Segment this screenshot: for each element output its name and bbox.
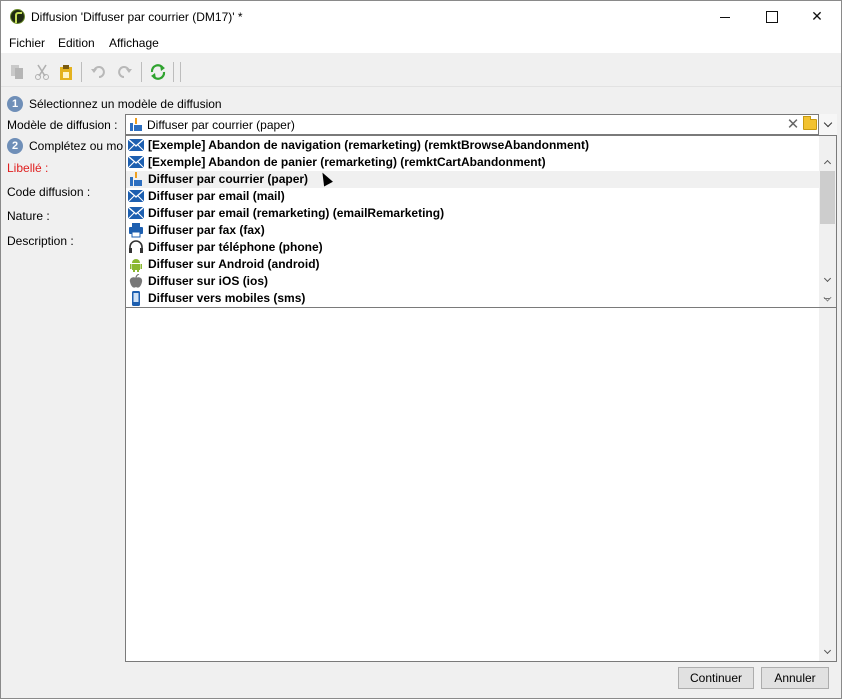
list-item-label: Diffuser sur iOS (ios): [148, 274, 269, 288]
email-icon: [128, 189, 144, 203]
nature-label: Nature :: [7, 209, 50, 223]
list-item-label: Diffuser par fax (fax): [148, 223, 265, 237]
scroll-to-end-icon[interactable]: [819, 289, 836, 306]
step-1-badge: 1: [7, 96, 23, 112]
list-item-label: Diffuser par email (mail): [148, 189, 285, 203]
dropdown-scrollbar[interactable]: [819, 136, 836, 307]
list-item-hovered[interactable]: Diffuser par courrier (paper): [126, 171, 819, 188]
window-title: Diffusion 'Diffuser par courrier (DM17)'…: [31, 10, 243, 24]
form-content-panel: [125, 308, 837, 662]
clear-icon[interactable]: ✕: [785, 116, 801, 133]
panel-scrollbar[interactable]: [819, 308, 836, 661]
code-label: Code diffusion :: [7, 185, 91, 199]
list-item-label: [Exemple] Abandon de panier (remarketing…: [148, 155, 546, 169]
delivery-model-dropdown-list: [Exemple] Abandon de navigation (remarke…: [125, 135, 837, 308]
list-item[interactable]: [Exemple] Abandon de panier (remarketing…: [126, 154, 819, 171]
folder-icon[interactable]: [803, 116, 817, 130]
step-2-label: Complétez ou mo: [29, 139, 124, 153]
dropdown-arrow-button[interactable]: [818, 114, 837, 135]
delivery-model-combobox[interactable]: Diffuser par courrier (paper) ✕: [125, 114, 837, 135]
title-bar[interactable]: Diffusion 'Diffuser par courrier (DM17)'…: [1, 1, 841, 32]
scroll-down-arrow-icon[interactable]: [819, 272, 836, 289]
scroll-up-arrow-icon[interactable]: [819, 153, 836, 170]
minimize-button[interactable]: [702, 1, 748, 32]
list-item[interactable]: [Exemple] Abandon de navigation (remarke…: [126, 137, 819, 154]
refresh-icon[interactable]: [149, 63, 167, 81]
email-icon: [128, 155, 144, 169]
redo-icon[interactable]: [115, 63, 133, 81]
app-logo-icon: [10, 9, 25, 24]
list-item-label: [Exemple] Abandon de navigation (remarke…: [148, 138, 589, 152]
list-item-label: Diffuser par téléphone (phone): [148, 240, 323, 254]
menu-fichier[interactable]: Fichier: [9, 36, 45, 50]
email-icon: [128, 138, 144, 152]
toolbar-separator: [180, 62, 181, 82]
list-item[interactable]: Diffuser par fax (fax): [126, 222, 819, 239]
cut-icon[interactable]: [33, 63, 51, 81]
list-item[interactable]: Diffuser par téléphone (phone): [126, 239, 819, 256]
android-icon: [130, 259, 142, 272]
headset-icon: [129, 240, 143, 253]
step-2-badge: 2: [7, 138, 23, 154]
toolbar-separator: [141, 62, 142, 82]
apple-icon: [129, 274, 143, 288]
list-item[interactable]: Diffuser vers mobiles (sms): [126, 290, 819, 307]
mobile-icon: [132, 291, 140, 306]
description-label: Description :: [7, 234, 74, 248]
list-item[interactable]: Diffuser par email (remarketing) (emailR…: [126, 205, 819, 222]
toolbar: [1, 57, 841, 87]
scrollbar-thumb[interactable]: [820, 171, 835, 224]
list-item-label: Diffuser par email (remarketing) (emailR…: [148, 206, 445, 220]
menu-affichage[interactable]: Affichage: [109, 36, 159, 50]
libelle-label: Libellé :: [7, 161, 49, 175]
paste-icon[interactable]: [57, 63, 75, 81]
list-item[interactable]: Diffuser par email (mail): [126, 188, 819, 205]
continue-button[interactable]: Continuer: [678, 667, 754, 689]
menu-edition[interactable]: Edition: [58, 36, 95, 50]
toolbar-separator: [81, 62, 82, 82]
list-item-label: Diffuser sur Android (android): [148, 257, 320, 271]
list-item-label: Diffuser par courrier (paper): [148, 172, 309, 186]
paper-mail-icon: [130, 172, 142, 186]
paper-mail-icon: [130, 118, 142, 131]
fax-icon: [129, 223, 143, 238]
list-item-label: Diffuser vers mobiles (sms): [148, 291, 306, 305]
close-button[interactable]: ✕: [794, 1, 840, 32]
menu-bar: Fichier Edition Affichage: [1, 32, 841, 53]
maximize-button[interactable]: [748, 1, 794, 32]
email-icon: [128, 206, 144, 220]
toolbar-separator: [173, 62, 174, 82]
combo-selected-value: Diffuser par courrier (paper): [147, 118, 295, 132]
list-item[interactable]: Diffuser sur Android (android): [126, 256, 819, 273]
list-item[interactable]: Diffuser sur iOS (ios): [126, 273, 819, 290]
dialog-window: Diffusion 'Diffuser par courrier (DM17)'…: [0, 0, 842, 699]
cancel-button[interactable]: Annuler: [761, 667, 829, 689]
scroll-down-arrow-icon[interactable]: [819, 644, 836, 661]
undo-icon[interactable]: [90, 63, 108, 81]
step-1-label: Sélectionnez un modèle de diffusion: [29, 97, 222, 111]
model-field-label: Modèle de diffusion :: [7, 118, 118, 132]
copy-icon[interactable]: [8, 63, 26, 81]
